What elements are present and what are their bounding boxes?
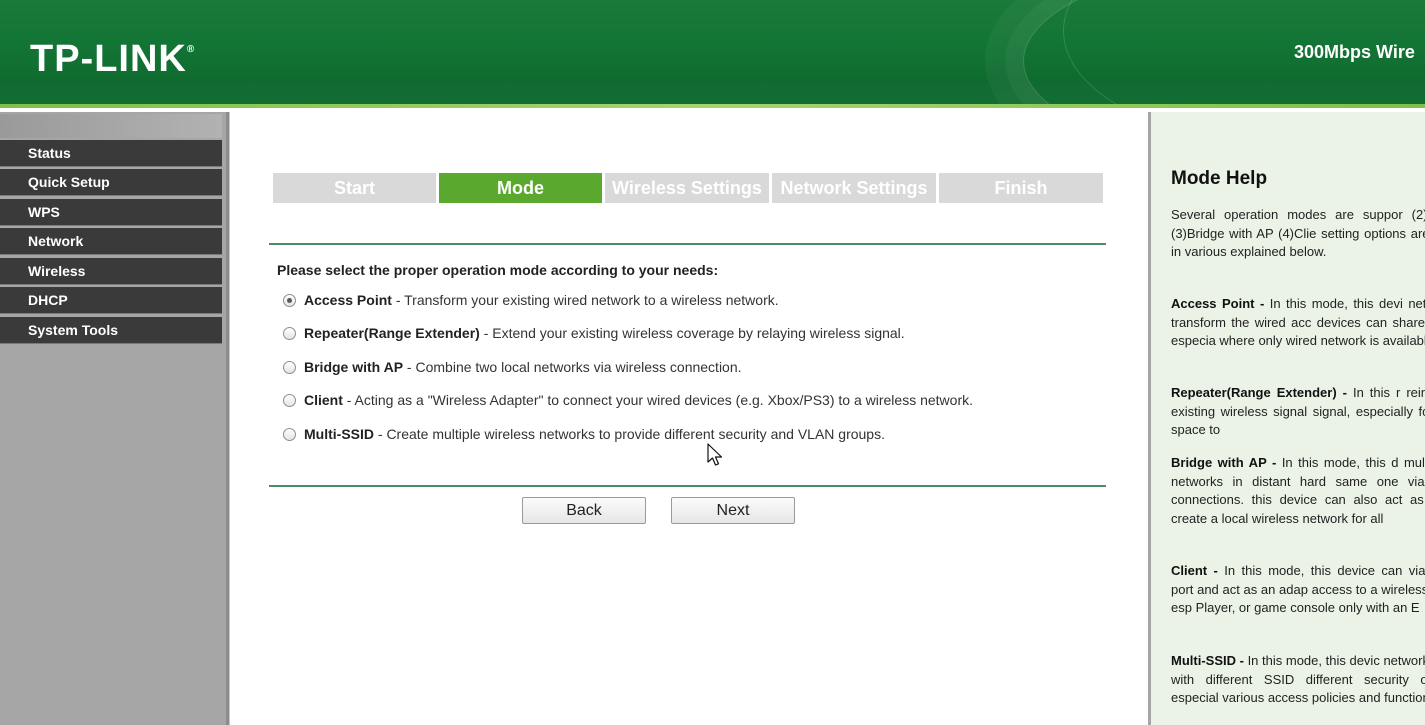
help-section-multi-ssid: Multi-SSID - In this mode, this devic ne… [1171, 652, 1425, 708]
step-mode: Mode [439, 173, 602, 203]
tp-link-logo: TP-LINK® [30, 38, 195, 81]
help-section-repeater: Repeater(Range Extender) - In this r rei… [1171, 384, 1425, 440]
option-title: Repeater(Range Extender) [304, 325, 480, 341]
help-term: Bridge with AP - [1171, 455, 1277, 470]
option-multi-ssid[interactable]: Multi-SSID - Create multiple wireless ne… [283, 426, 885, 446]
option-title: Access Point [304, 292, 392, 308]
help-panel: Mode Help Several operation modes are su… [1148, 112, 1425, 725]
option-access-point[interactable]: Access Point - Transform your existing w… [283, 292, 779, 312]
step-wireless-settings: Wireless Settings [605, 173, 769, 203]
option-title: Bridge with AP [304, 359, 404, 375]
option-repeater[interactable]: Repeater(Range Extender) - Extend your e… [283, 325, 905, 345]
option-description: - Create multiple wireless networks to p… [374, 426, 885, 442]
option-bridge-with-ap[interactable]: Bridge with AP - Combine two local netwo… [283, 359, 742, 379]
sidebar-item-wireless[interactable]: Wireless [0, 258, 222, 285]
help-term: Access Point - [1171, 296, 1265, 311]
help-term: Repeater(Range Extender) - [1171, 385, 1347, 400]
option-description: - Combine two local networks via wireles… [403, 359, 742, 375]
help-section-bridge: Bridge with AP - In this mode, this d mu… [1171, 454, 1425, 528]
radio-client[interactable] [283, 393, 296, 407]
option-client[interactable]: Client - Acting as a "Wireless Adapter" … [283, 392, 973, 412]
radio-bridge-with-ap[interactable] [283, 360, 296, 374]
option-description: - Transform your existing wired network … [391, 292, 779, 308]
next-button[interactable]: Next [671, 497, 795, 524]
header-stripe [0, 104, 1425, 108]
option-description: - Extend your existing wireless coverage… [479, 325, 905, 341]
back-button[interactable]: Back [522, 497, 646, 524]
help-intro: Several operation modes are suppor (2)Re… [1171, 207, 1425, 260]
header-banner: TP-LINK® 300Mbps Wire [0, 0, 1425, 108]
logo-text: TP-LINK [30, 38, 187, 80]
sidebar-item-dhcp[interactable]: DHCP [0, 287, 222, 314]
help-term: Client - [1171, 563, 1218, 578]
step-network-settings: Network Settings [772, 173, 936, 203]
model-title: 300Mbps Wire [1294, 42, 1415, 62]
wizard-steps: Start Mode Wireless Settings Network Set… [273, 173, 1103, 203]
sidebar-top-strip [0, 114, 222, 138]
option-description: - Acting as a "Wireless Adapter" to conn… [342, 392, 973, 408]
option-title: Multi-SSID [304, 426, 374, 442]
radio-multi-ssid[interactable] [283, 427, 296, 441]
sidebar-item-system-tools[interactable]: System Tools [0, 317, 222, 344]
sidebar: Status Quick Setup WPS Network Wireless … [0, 112, 229, 725]
radio-access-point[interactable] [283, 293, 296, 307]
main-content: Start Mode Wireless Settings Network Set… [229, 112, 1146, 725]
help-section-client: Client - In this mode, this device can v… [1171, 562, 1425, 618]
help-term: Multi-SSID - [1171, 653, 1244, 668]
option-title: Client [304, 392, 343, 408]
sidebar-item-status[interactable]: Status [0, 140, 222, 167]
help-section-access-point: Access Point - In this mode, this devi n… [1171, 295, 1425, 351]
help-title: Mode Help [1171, 168, 1268, 189]
mode-prompt: Please select the proper operation mode … [277, 262, 719, 278]
mouse-pointer-icon [707, 443, 723, 466]
logo-registered-mark: ® [186, 44, 196, 55]
radio-repeater[interactable] [283, 326, 296, 340]
sidebar-item-quick-setup[interactable]: Quick Setup [0, 169, 222, 196]
sidebar-item-wps[interactable]: WPS [0, 199, 222, 226]
divider-bottom [269, 485, 1106, 487]
step-start: Start [273, 173, 436, 203]
sidebar-item-network[interactable]: Network [0, 228, 222, 255]
step-finish: Finish [939, 173, 1103, 203]
divider-top [269, 243, 1106, 245]
